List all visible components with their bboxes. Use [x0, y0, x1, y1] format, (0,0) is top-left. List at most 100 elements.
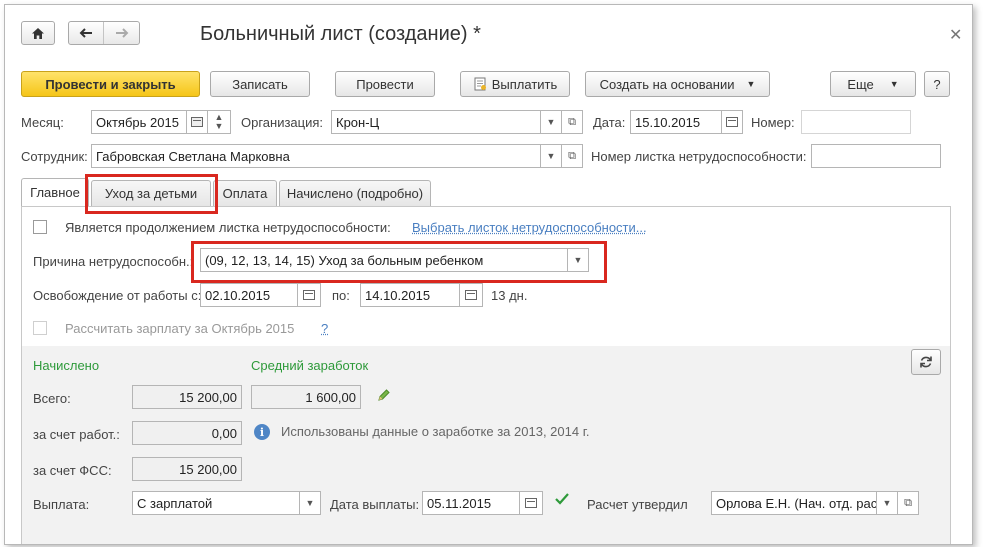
post-button[interactable]: Провести: [335, 71, 435, 97]
help-button[interactable]: ?: [924, 71, 950, 97]
close-icon[interactable]: ✕: [949, 25, 962, 45]
post-and-close-button[interactable]: Провести и закрыть: [21, 71, 200, 97]
calculation-section: [22, 346, 950, 544]
home-button[interactable]: [21, 21, 55, 45]
continuation-checkbox[interactable]: [33, 220, 47, 234]
pay-button-label: Выплатить: [491, 76, 558, 92]
organization-open-button[interactable]: ⧉: [561, 110, 583, 134]
accrued-heading: Начислено: [33, 358, 100, 373]
calendar-icon: [191, 117, 203, 127]
open-form-icon: ⧉: [568, 149, 576, 162]
window-title: Больничный лист (создание) *: [200, 23, 481, 45]
payout-date-field[interactable]: 05.11.2015: [422, 491, 520, 515]
release-days: 13 дн.: [491, 288, 528, 303]
forward-button[interactable]: [104, 22, 139, 44]
date-label: Дата:: [593, 115, 626, 130]
back-forward-group: [68, 21, 140, 45]
avg-earnings-value: 1 600,00: [251, 385, 361, 409]
tab-accrued-detail[interactable]: Начислено (подробно): [279, 180, 431, 206]
calc-salary-label: Рассчитать зарплату за Октябрь 2015: [65, 321, 295, 336]
employee-label: Сотрудник:: [21, 149, 88, 164]
release-to-calendar-button[interactable]: [459, 283, 483, 307]
fss-value: 15 200,00: [132, 457, 242, 481]
approved-by-dropdown-button[interactable]: ▼: [876, 491, 898, 515]
highlight-tab-child-care: [85, 174, 218, 214]
edit-pencil-icon[interactable]: [377, 388, 391, 405]
calendar-icon: [465, 290, 477, 300]
earnings-info-text: Использованы данные о заработке за 2013,…: [281, 424, 590, 439]
tab-payment[interactable]: Оплата: [213, 180, 277, 206]
employer-label: за счет работ.:: [33, 427, 120, 442]
info-icon: i: [254, 424, 270, 440]
chevron-down-icon: ▼: [214, 121, 224, 131]
date-calendar-button[interactable]: [721, 110, 743, 134]
create-based-on-label: Создать на основании: [599, 76, 735, 92]
organization-dropdown-button[interactable]: ▼: [540, 110, 562, 134]
payout-date-label: Дата выплаты:: [330, 497, 420, 512]
release-from-label: Освобождение от работы с:: [33, 288, 202, 303]
chevron-down-icon: ▼: [882, 498, 892, 508]
more-label: Еще: [847, 76, 874, 92]
open-form-icon: ⧉: [568, 115, 576, 128]
employee-dropdown-button[interactable]: ▼: [540, 144, 562, 168]
employee-open-button[interactable]: ⧉: [561, 144, 583, 168]
month-calendar-button[interactable]: [186, 110, 208, 134]
month-label: Месяц:: [21, 115, 64, 130]
refresh-icon: [920, 356, 932, 368]
chevron-down-icon: ▼: [546, 151, 556, 161]
payout-field[interactable]: С зарплатой: [132, 491, 300, 515]
release-from-field[interactable]: 02.10.2015: [200, 283, 298, 307]
more-button[interactable]: Еще ▼: [830, 71, 916, 97]
sheet-number-field[interactable]: [811, 144, 941, 168]
arrow-right-icon: [115, 28, 128, 38]
chevron-down-icon: ▼: [889, 79, 899, 89]
continuation-label: Является продолжением листка нетрудоспос…: [65, 220, 391, 235]
sheet-number-label: Номер листка нетрудоспособности:: [591, 149, 807, 164]
arrow-left-icon: [79, 28, 92, 38]
avg-earnings-heading: Средний заработок: [251, 358, 369, 373]
release-to-field[interactable]: 14.10.2015: [360, 283, 460, 307]
pay-button[interactable]: Выплатить: [460, 71, 570, 97]
month-spinner[interactable]: ▲ ▼: [207, 110, 231, 134]
tab-main[interactable]: Главное: [21, 178, 89, 206]
fss-label: за счет ФСС:: [33, 463, 112, 478]
create-based-on-button[interactable]: Создать на основании ▼: [585, 71, 770, 97]
release-to-label: по:: [332, 288, 350, 303]
open-form-icon: ⧉: [904, 496, 912, 509]
total-label: Всего:: [33, 391, 71, 406]
calendar-icon: [303, 290, 315, 300]
calendar-icon: [726, 117, 738, 127]
approved-checkbox[interactable]: [554, 491, 569, 505]
approved-by-field[interactable]: Орлова Е.Н. (Нач. отд. рас: [711, 491, 877, 515]
home-icon: [32, 27, 44, 39]
payout-dropdown-button[interactable]: ▼: [299, 491, 321, 515]
select-sheet-link[interactable]: Выбрать листок нетрудоспособности...: [412, 220, 647, 235]
reason-label: Причина нетрудоспособн.:: [33, 254, 194, 269]
payout-label: Выплата:: [33, 497, 90, 512]
release-from-calendar-button[interactable]: [297, 283, 321, 307]
number-field[interactable]: [801, 110, 911, 134]
payout-date-calendar-button[interactable]: [519, 491, 543, 515]
calendar-icon: [525, 498, 537, 508]
approved-label: Расчет утвердил: [587, 497, 688, 512]
approved-by-open-button[interactable]: ⧉: [897, 491, 919, 515]
calc-salary-help-link[interactable]: ?: [321, 321, 328, 336]
date-field[interactable]: 15.10.2015: [630, 110, 722, 134]
organization-label: Организация:: [241, 115, 324, 130]
chevron-down-icon: ▼: [746, 79, 756, 89]
highlight-reason-field: [191, 241, 607, 283]
save-button[interactable]: Записать: [210, 71, 310, 97]
document-icon: [474, 77, 486, 91]
refresh-button[interactable]: [911, 349, 941, 375]
employee-field[interactable]: Габровская Светлана Марковна: [91, 144, 541, 168]
employer-value: 0,00: [132, 421, 242, 445]
chevron-down-icon: ▼: [305, 498, 315, 508]
chevron-down-icon: ▼: [546, 117, 556, 127]
calc-salary-checkbox[interactable]: [33, 321, 47, 335]
back-button[interactable]: [69, 22, 105, 44]
organization-field[interactable]: Крон-Ц: [331, 110, 541, 134]
month-field[interactable]: Октябрь 2015: [91, 110, 187, 134]
total-value: 15 200,00: [132, 385, 242, 409]
document-window: Больничный лист (создание) * ✕ Провести …: [4, 4, 973, 545]
checkmark-icon: [555, 493, 569, 505]
